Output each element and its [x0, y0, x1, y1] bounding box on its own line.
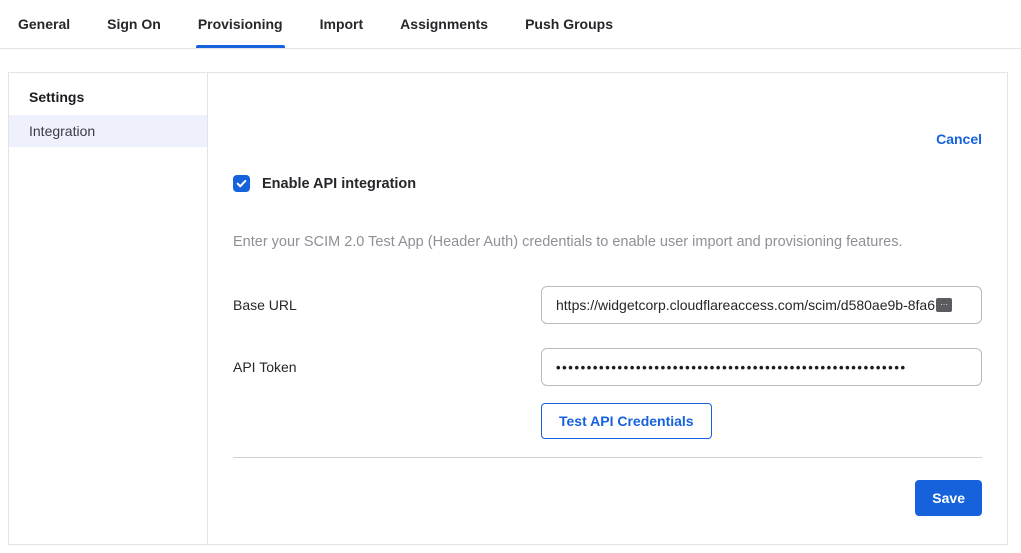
tab-sign-on[interactable]: Sign On — [107, 0, 161, 48]
integration-settings-content: Cancel Enable API integration Enter your… — [208, 73, 1007, 544]
provisioning-panel: Settings Integration Cancel Enable API i… — [8, 72, 1008, 545]
tab-bar: General Sign On Provisioning Import Assi… — [0, 0, 1021, 49]
sidebar-item-integration[interactable]: Integration — [9, 115, 207, 147]
tab-provisioning[interactable]: Provisioning — [198, 0, 283, 48]
api-token-masked-value: ••••••••••••••••••••••••••••••••••••••••… — [556, 360, 907, 375]
settings-sidebar: Settings Integration — [9, 73, 208, 544]
text-overflow-indicator: ⋯ — [936, 298, 952, 312]
save-row: Save — [233, 480, 982, 516]
provisioning-page: General Sign On Provisioning Import Assi… — [0, 0, 1021, 553]
footer-divider — [233, 457, 982, 458]
checkmark-icon — [236, 178, 247, 189]
save-button[interactable]: Save — [915, 480, 982, 516]
cancel-button[interactable]: Cancel — [936, 131, 982, 147]
sidebar-header: Settings — [9, 83, 207, 115]
tab-push-groups[interactable]: Push Groups — [525, 0, 613, 48]
test-api-credentials-button[interactable]: Test API Credentials — [541, 403, 712, 439]
tab-general[interactable]: General — [18, 0, 70, 48]
api-token-input[interactable]: ••••••••••••••••••••••••••••••••••••••••… — [541, 348, 982, 386]
api-token-label: API Token — [233, 359, 541, 375]
tab-import[interactable]: Import — [320, 0, 364, 48]
tab-assignments[interactable]: Assignments — [400, 0, 488, 48]
base-url-label: Base URL — [233, 297, 541, 313]
base-url-input[interactable]: https://widgetcorp.cloudflareaccess.com/… — [541, 286, 982, 324]
base-url-row: Base URL https://widgetcorp.cloudflareac… — [233, 286, 982, 324]
test-credentials-row: Test API Credentials — [233, 403, 982, 439]
enable-api-integration-label: Enable API integration — [262, 176, 416, 192]
credentials-description: Enter your SCIM 2.0 Test App (Header Aut… — [233, 234, 982, 250]
base-url-value: https://widgetcorp.cloudflareaccess.com/… — [556, 297, 935, 313]
enable-api-integration-checkbox[interactable] — [233, 175, 250, 192]
enable-api-integration-row: Enable API integration — [233, 175, 982, 192]
api-token-row: API Token ••••••••••••••••••••••••••••••… — [233, 348, 982, 386]
cancel-row: Cancel — [233, 73, 982, 151]
